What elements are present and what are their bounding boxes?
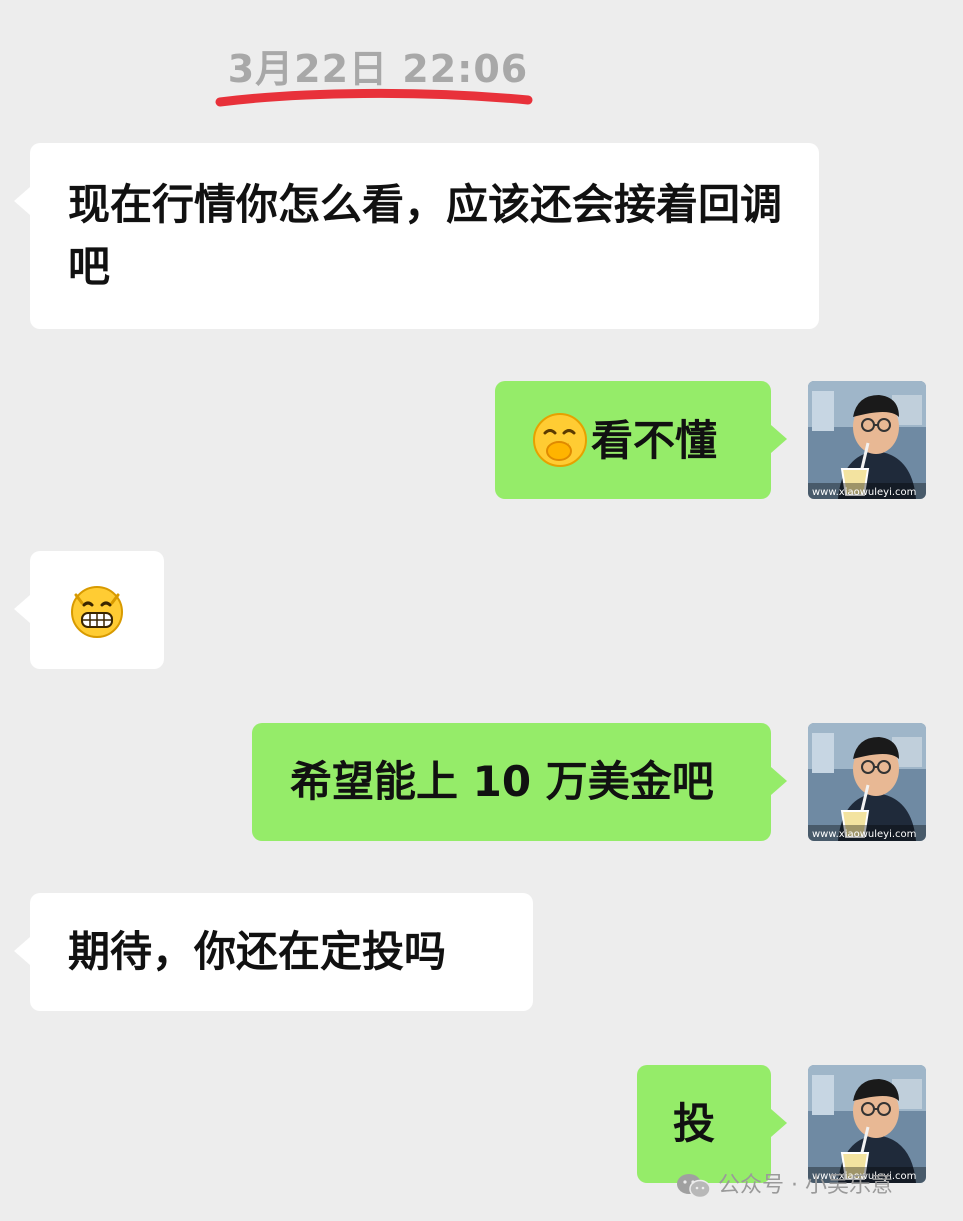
face-with-hand-over-mouth-icon (533, 412, 587, 467)
incoming-message-bubble[interactable]: 现在行情你怎么看，应该还会接着回调吧 (14, 143, 819, 329)
message-text: 投 (673, 1099, 716, 1148)
outgoing-message-bubble[interactable]: 投 (637, 1065, 787, 1183)
message-text: 期待，你还在定投吗 (68, 927, 447, 976)
avatar-watermark: www.xiaowuleyi.com (812, 829, 916, 840)
incoming-message-bubble[interactable] (14, 551, 164, 669)
wechat-icon (677, 1174, 711, 1199)
message-text: 希望能上 10 万美金吧 (290, 757, 714, 806)
user-avatar[interactable]: www.xiaowuleyi.com (808, 723, 926, 841)
outgoing-message-bubble[interactable]: 看不懂 (495, 381, 787, 499)
avatar-watermark: www.xiaowuleyi.com (812, 487, 916, 498)
chat-screen: 3月22日 22:06 现在行情你怎么看，应该还会接着回调吧 看不懂 www.x… (0, 0, 963, 1221)
user-avatar[interactable]: www.xiaowuleyi.com (808, 1065, 926, 1183)
message-text: 看不懂 (591, 416, 718, 465)
outgoing-message-bubble[interactable]: 希望能上 10 万美金吧 (252, 723, 787, 841)
red-underline-annotation (215, 88, 533, 107)
watermark-text: 公众号 · 小吴乐意 (718, 1173, 893, 1198)
incoming-message-bubble[interactable]: 期待，你还在定投吗 (14, 893, 533, 1011)
wechat-official-account-watermark: 公众号 · 小吴乐意 (676, 1167, 893, 1199)
message-text: 现在行情你怎么看，应该还会接着回调吧 (68, 180, 783, 291)
grinning-face-icon (71, 586, 123, 638)
user-avatar[interactable]: www.xiaowuleyi.com (808, 381, 926, 499)
